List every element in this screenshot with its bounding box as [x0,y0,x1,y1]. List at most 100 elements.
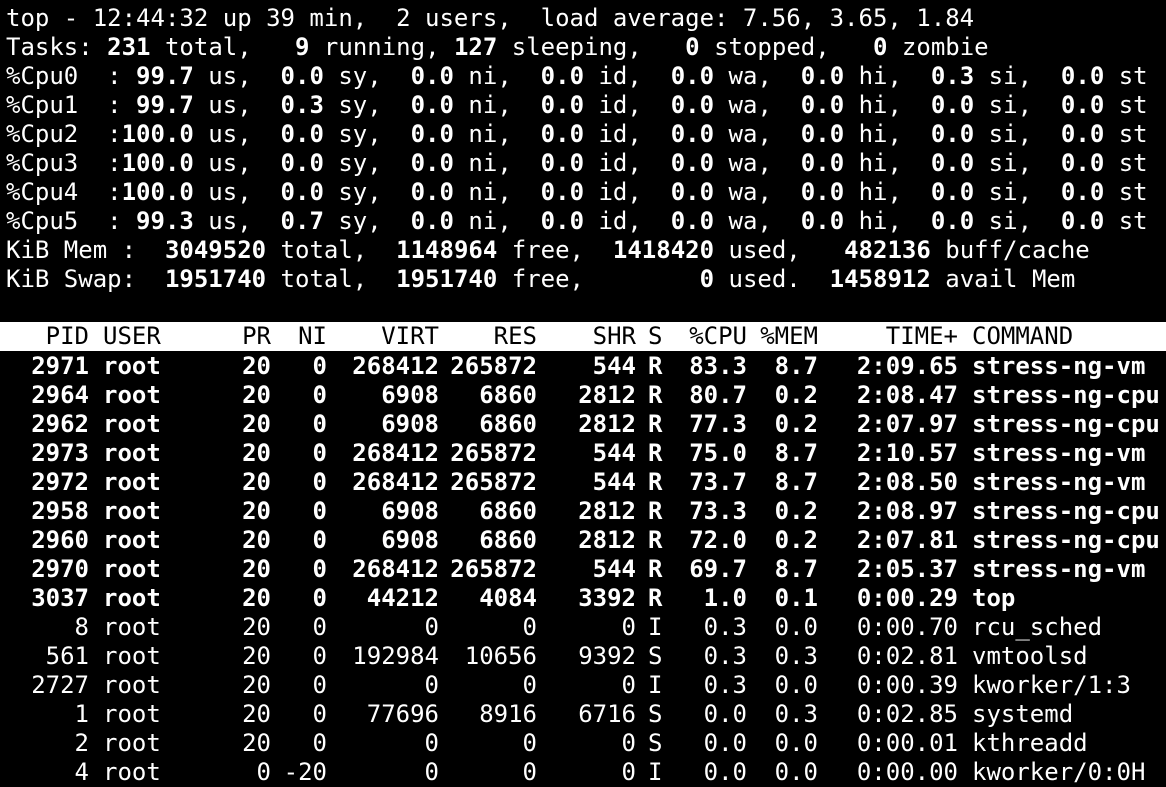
summary-segment: 0.0 [280,62,324,90]
process-row[interactable]: 2960 root 20 0 6908 6860 2812 R 72.0 0.2 2:07.81 st… [0,526,1166,555]
summary-segment: st [1104,149,1148,177]
column-header-time: TIME+ [885,322,958,350]
summary-segment: 99.3 [136,207,194,235]
process-pr: 20 [242,439,271,467]
process-ni: 0 [312,700,327,728]
summary-segment: ni, [453,149,541,177]
summary-segment: 99.7 [136,91,194,119]
process-user: root [103,700,161,728]
process-virt: 0 [424,729,439,757]
process-row[interactable]: 2971 root 20 0 268412 265872 544 R 83.3 8.7 2:09.6… [0,352,1166,381]
process-res: 8916 [479,700,537,728]
summary-segment: us, [193,91,281,119]
summary-segment: id, [584,62,671,90]
summary-segment: 1418420 [612,236,715,264]
process-virt: 268412 [352,555,439,583]
process-command: stress-ng-cpu [972,410,1160,438]
process-s: R [648,352,663,380]
process-row[interactable]: 8 root 20 0 0 0 0 I 0.3 0.0 0:00.70 rcu_sched [0,613,1166,642]
process-pr: 20 [242,497,271,525]
process-time: 0:02.81 [856,642,958,670]
process-row[interactable]: 2727 root 20 0 0 0 0 I 0.3 0.0 0:00.39 kworker/1:3 [0,671,1166,700]
process-time: 2:08.97 [856,497,958,525]
process-virt: 6908 [381,526,439,554]
process-s: S [648,700,663,728]
process-time: 0:00.29 [856,584,958,612]
summary-segment: 0.0 [930,120,975,148]
process-shr: 2812 [578,497,636,525]
summary-segment: st [1104,91,1148,119]
process-user: root [103,671,161,699]
process-command: vmtoolsd [972,642,1088,670]
process-shr: 0 [621,613,636,641]
process-row[interactable]: 2 root 20 0 0 0 0 S 0.0 0.0 0:00.01 kthreadd [0,729,1166,758]
process-command: rcu_sched [972,613,1103,641]
summary-segment: 0.0 [1060,120,1105,148]
summary-segment: 0.0 [670,207,715,235]
process-user: root [103,758,161,786]
process-user: root [103,352,161,380]
process-res: 265872 [450,468,537,496]
process-mem: 0.3 [774,642,818,670]
process-virt: 268412 [352,468,439,496]
process-row[interactable]: 561 root 20 0 192984 10656 9392 S 0.3 0.3 0:02.81 v… [0,642,1166,671]
process-res: 0 [522,729,537,757]
process-user: root [103,526,161,554]
summary-segment: ni, [453,178,541,206]
process-row[interactable]: 2972 root 20 0 268412 265872 544 R 73.7 8.7 2:08.5… [0,468,1166,497]
process-pid: 561 [45,642,89,670]
process-s: R [648,555,663,583]
process-row[interactable]: 4 root 0 -20 0 0 0 I 0.0 0.0 0:00.00 kworker/0:0H [0,758,1166,787]
summary-segment: 0.0 [540,178,585,206]
process-cpu: 73.7 [689,468,747,496]
process-row[interactable]: 2962 root 20 0 6908 6860 2812 R 77.3 0.2 2:07.97 st… [0,410,1166,439]
process-mem: 8.7 [774,555,818,583]
summary-segment: 0.0 [280,178,324,206]
summary-segment: id, [584,91,671,119]
summary-segment: 100.0 [121,178,194,206]
process-pr: 20 [242,468,271,496]
summary-segment: 0.0 [1060,207,1105,235]
process-mem: 0.3 [774,700,818,728]
summary-segment: st [1104,178,1148,206]
process-virt: 0 [424,671,439,699]
process-time: 0:00.70 [856,613,958,641]
summary-segment: ni, [453,120,541,148]
summary-segment: used. [714,265,830,293]
process-s: I [648,671,663,699]
summary-segment: 0.0 [800,149,845,177]
process-pid: 4 [74,758,89,786]
process-row[interactable]: 3037 root 20 0 44212 4084 3392 R 1.0 0.1 0:00.29 to… [0,584,1166,613]
process-shr: 544 [592,439,636,467]
process-pr: 20 [242,642,271,670]
terminal-window[interactable]: top - 12:44:32 up 39 min, 2 users, load … [0,0,1166,786]
process-time: 0:00.00 [856,758,958,786]
summary-segment: running, [309,33,454,61]
summary-segment: 1148964 [396,236,498,264]
process-ni: 0 [312,555,327,583]
cpu0-line: %Cpu0 : 99.7 us, 0.0 sy, 0.0 ni, 0.0 id,… [6,62,1148,91]
summary-segment: ni, [453,91,541,119]
process-cpu: 0.3 [703,671,747,699]
process-command: stress-ng-cpu [972,526,1160,554]
summary-segment: 0.0 [540,120,585,148]
memory-line: KiB Mem : 3049520 total, 1148964 free, 1… [6,236,1090,265]
summary-segment: 0.0 [540,62,585,90]
process-row[interactable]: 2973 root 20 0 268412 265872 544 R 75.0 8.7 2:10.5… [0,439,1166,468]
process-ni: 0 [312,584,327,612]
process-virt: 0 [424,758,439,786]
summary-segment: us, [193,178,281,206]
process-row[interactable]: 2964 root 20 0 6908 6860 2812 R 80.7 0.2 2:08.47 st… [0,381,1166,410]
column-header-shr: SHR [592,322,636,350]
process-row[interactable]: 1 root 20 0 77696 8916 6716 S 0.0 0.3 0:02.85 syste… [0,700,1166,729]
process-row[interactable]: 2958 root 20 0 6908 6860 2812 R 73.3 0.2 2:08.97 st… [0,497,1166,526]
summary-segment: 0.0 [1060,62,1105,90]
process-s: R [648,468,663,496]
swap-line: KiB Swap: 1951740 total, 1951740 free, 0… [6,265,1075,294]
process-shr: 544 [592,468,636,496]
process-row[interactable]: 2970 root 20 0 268412 265872 544 R 69.7 8.7 2:05.3… [0,555,1166,584]
process-command: stress-ng-cpu [972,381,1160,409]
summary-segment: st [1104,207,1148,235]
process-ni: 0 [312,439,327,467]
process-time: 2:10.57 [856,439,958,467]
